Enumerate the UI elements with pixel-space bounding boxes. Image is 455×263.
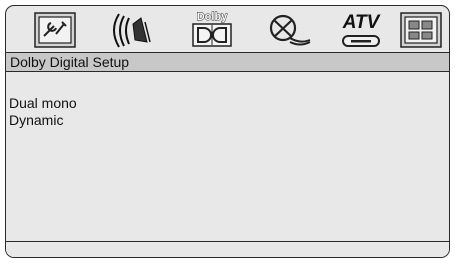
- general-setup-icon[interactable]: [34, 12, 76, 48]
- dolby-digital-setup-icon[interactable]: Dolby: [190, 9, 234, 49]
- menu-item-dynamic[interactable]: Dynamic: [9, 112, 63, 128]
- video-off-icon[interactable]: [266, 12, 312, 48]
- preferences-icon[interactable]: [400, 12, 442, 48]
- page-title: Dolby Digital Setup: [6, 53, 449, 72]
- status-bar: [6, 241, 449, 257]
- atv-icon-label: ATV: [342, 12, 381, 33]
- atv-icon[interactable]: ATV: [337, 11, 385, 49]
- setup-menu-list: Dual mono Dynamic: [6, 72, 449, 242]
- dolby-icon-label: Dolby: [197, 11, 228, 23]
- menu-item-dual-mono[interactable]: Dual mono: [9, 95, 77, 111]
- setup-menu-panel: Dolby ATV Dolby Digital Setup Dual mono …: [5, 5, 450, 258]
- setup-icon-bar: Dolby ATV: [6, 6, 449, 53]
- audio-setup-icon[interactable]: [111, 12, 153, 48]
